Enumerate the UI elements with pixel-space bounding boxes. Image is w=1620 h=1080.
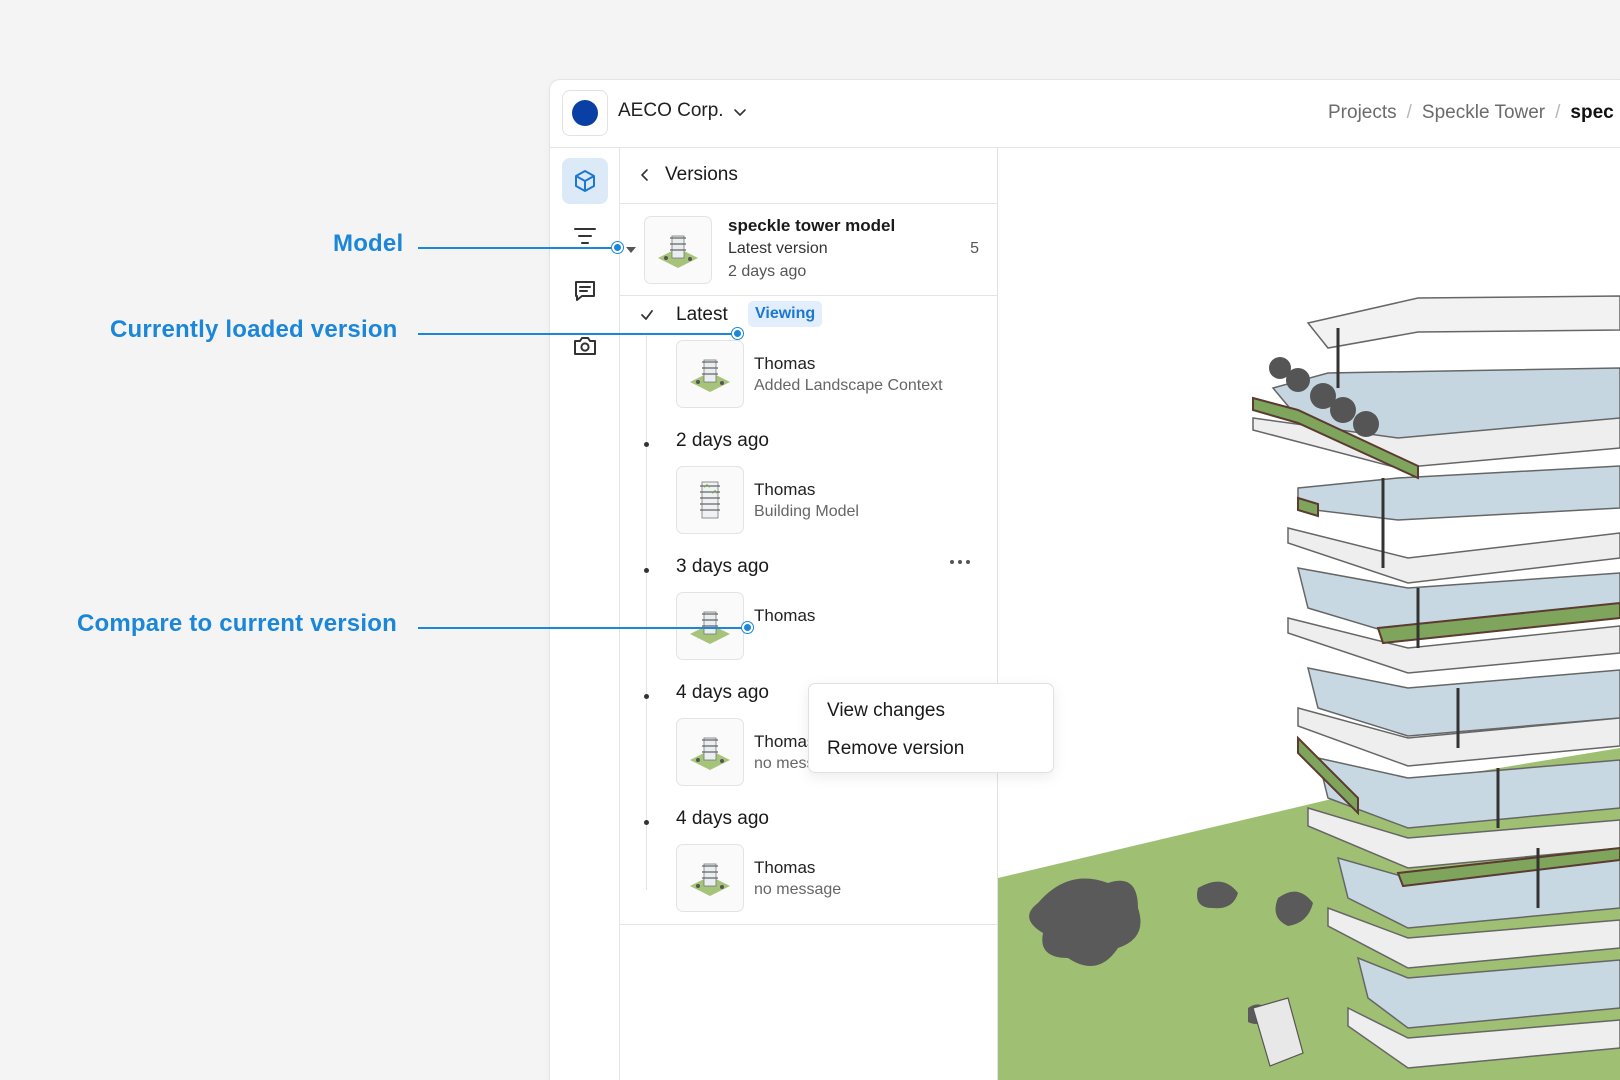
model-subtitle: Latest version — [728, 240, 828, 257]
chevron-down-icon[interactable] — [732, 104, 748, 120]
workspace-logo-dot — [572, 100, 598, 126]
caret-down-icon — [626, 247, 636, 253]
annotation-compare-line — [418, 627, 748, 629]
more-options-icon[interactable] — [948, 558, 972, 566]
models-cube-icon — [575, 170, 595, 192]
tower-thumbnail-icon — [690, 611, 730, 644]
breadcrumb-separator: / — [1406, 102, 1412, 123]
model-age: 2 days ago — [728, 263, 807, 280]
breadcrumb-project[interactable]: Speckle Tower — [1422, 102, 1545, 124]
rail-camera-button[interactable] — [562, 323, 608, 369]
workspace-name[interactable]: AECO Corp. — [618, 100, 724, 122]
camera-icon — [574, 337, 596, 355]
panel-divider — [620, 924, 997, 925]
filter-icon — [574, 228, 596, 244]
version-thumbnail — [676, 718, 744, 786]
version-author: Thomas — [754, 480, 816, 499]
version-thumbnail — [676, 340, 744, 408]
rail-comments-button[interactable] — [562, 268, 608, 314]
workspace-logo[interactable] — [562, 90, 608, 136]
timeline-dot — [644, 820, 649, 825]
version-thumbnail — [676, 592, 744, 660]
version-author: Thomas — [754, 732, 816, 751]
panel-title: Versions — [665, 164, 738, 185]
annotation-model-label: Model — [333, 230, 404, 257]
timeline-line — [646, 334, 647, 890]
version-group-label: 4 days ago — [676, 682, 769, 703]
versions-panel: Versions speckle tower model Latest vers… — [620, 148, 1054, 1080]
model-thumbnail — [644, 216, 712, 284]
tower-thumbnail-icon — [690, 737, 730, 770]
3d-viewer[interactable] — [998, 148, 1620, 1080]
breadcrumb-projects[interactable]: Projects — [1328, 102, 1397, 124]
tower-thumbnail-icon — [658, 235, 698, 268]
version-context-menu: View changes Remove version — [808, 683, 1054, 773]
menu-item-remove-version[interactable]: Remove version — [827, 738, 964, 760]
timeline-dot — [644, 694, 649, 699]
breadcrumb-separator: / — [1555, 102, 1561, 123]
breadcrumb: Projects / Speckle Tower / spec — [1328, 102, 1614, 124]
breadcrumb-model[interactable]: spec — [1570, 102, 1613, 124]
annotation-compare-label: Compare to current version — [77, 610, 397, 637]
annotation-model-dot — [612, 242, 623, 253]
version-thumbnail — [676, 844, 744, 912]
version-author: Thomas — [754, 354, 816, 373]
annotation-compare-dot — [742, 622, 753, 633]
comments-icon — [575, 281, 595, 301]
version-author: Thomas — [754, 858, 816, 877]
version-message: no message — [754, 881, 842, 898]
model-card[interactable]: speckle tower model Latest version 2 day… — [620, 204, 997, 296]
tower-thumbnail-icon — [690, 863, 730, 896]
version-count: 5 — [970, 240, 979, 257]
panel-header: Versions — [620, 148, 997, 204]
version-group-label: Latest — [676, 304, 728, 325]
app-window: AECO Corp. Projects / Speckle Tower / sp… — [550, 80, 1620, 1080]
tower-thumbnail-icon — [690, 359, 730, 392]
version-group-label: 3 days ago — [676, 556, 769, 577]
check-icon — [641, 310, 653, 320]
version-author: Thomas — [754, 606, 816, 625]
tower-model-render — [998, 295, 1620, 1080]
tool-rail — [550, 148, 620, 1080]
version-thumbnail — [676, 466, 744, 534]
version-group-label: 2 days ago — [676, 430, 769, 451]
menu-item-view-changes[interactable]: View changes — [827, 700, 945, 722]
version-group-label: 4 days ago — [676, 808, 769, 829]
annotation-current-version-line — [418, 333, 738, 335]
annotation-current-version-dot — [732, 328, 743, 339]
timeline-dot — [644, 568, 649, 573]
version-message: Building Model — [754, 503, 859, 520]
rail-filter-button[interactable] — [562, 213, 608, 259]
annotation-model-line — [418, 247, 618, 249]
chevron-left-icon[interactable] — [636, 166, 654, 184]
annotation-current-version-label: Currently loaded version — [110, 316, 398, 343]
model-name: speckle tower model — [728, 216, 896, 235]
timeline-dot — [644, 442, 649, 447]
rail-models-button[interactable] — [562, 158, 608, 204]
viewing-badge: Viewing — [748, 301, 823, 327]
top-bar: AECO Corp. Projects / Speckle Tower / sp… — [550, 80, 1620, 148]
building-thumbnail-icon — [700, 481, 720, 519]
version-message: Added Landscape Context — [754, 377, 943, 394]
